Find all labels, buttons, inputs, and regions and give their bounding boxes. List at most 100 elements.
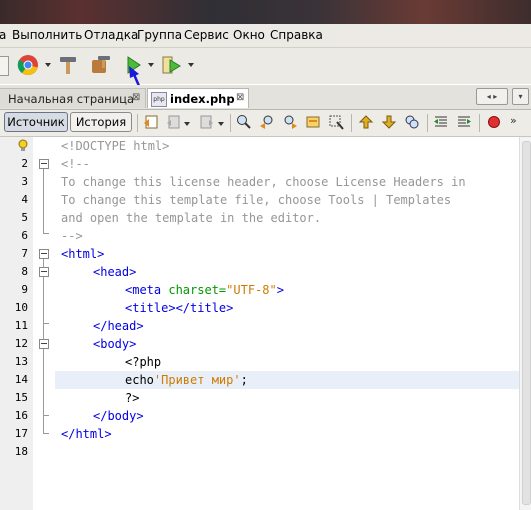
tab-index-php-label: index.php <box>170 92 235 106</box>
more-tools-icon[interactable]: » <box>510 114 517 127</box>
tab-list-dropdown-icon[interactable]: ▾ <box>512 88 529 105</box>
fold-guide <box>43 416 44 433</box>
back-icon[interactable] <box>166 114 182 130</box>
line-number: 7 <box>21 247 28 260</box>
last-edit-icon[interactable] <box>143 114 159 130</box>
start-macro-recording-icon[interactable] <box>486 114 502 130</box>
find-next-icon[interactable] <box>282 114 298 130</box>
code-line: --> <box>61 229 83 243</box>
menu-item-debug[interactable]: Отладка <box>84 28 138 42</box>
fold-toggle-icon[interactable] <box>39 249 49 259</box>
fold-toggle-icon[interactable] <box>39 267 49 277</box>
code-line: <?php <box>125 355 162 369</box>
back-dropdown-arrow-icon[interactable] <box>184 122 190 126</box>
find-previous-icon[interactable] <box>259 114 275 130</box>
browser-dropdown-arrow-icon[interactable] <box>45 63 51 67</box>
code-line: <html> <box>61 247 105 261</box>
fold-guide-end <box>43 233 49 234</box>
previous-bookmark-icon[interactable] <box>358 114 374 130</box>
code-line: To change this license header, choose Li… <box>61 175 466 189</box>
find-icon[interactable] <box>236 114 252 130</box>
config-dropdown-edge[interactable] <box>0 56 9 76</box>
code-token: > <box>276 283 284 297</box>
line-number: 14 <box>14 373 28 386</box>
line-number: 5 <box>21 211 28 224</box>
shift-line-right-icon[interactable] <box>456 114 472 130</box>
toolbar-divider <box>479 114 480 132</box>
code-line: ?> <box>125 391 140 405</box>
build-hammer-icon[interactable] <box>56 53 80 77</box>
hint-lightbulb-icon[interactable] <box>18 139 28 153</box>
tab-start-page-label: Начальная страница <box>8 92 135 106</box>
code-line: To change this template file, choose Too… <box>61 193 452 207</box>
chrome-browser-icon[interactable] <box>16 53 40 77</box>
fold-guide <box>43 324 44 339</box>
forward-icon[interactable] <box>198 114 214 130</box>
menu-item-team[interactable]: Группа <box>137 28 182 42</box>
line-number: 15 <box>14 391 28 404</box>
menu-bar: а Выполнить Отладка Группа Сервис Окно С… <box>0 24 531 48</box>
menu-item-help[interactable]: Справка <box>270 28 323 42</box>
php-file-icon: php <box>151 92 167 107</box>
code-token: "UTF-8" <box>226 283 277 297</box>
line-number: 11 <box>14 319 28 332</box>
toolbar-divider <box>351 114 352 132</box>
code-editor[interactable]: <!DOCTYPE html> <!-- To change this lice… <box>55 137 519 510</box>
code-token: 'Привет мир' <box>153 373 241 387</box>
code-line: <head> <box>93 265 137 279</box>
toolbar-divider <box>137 114 138 132</box>
code-token: echo <box>125 373 154 387</box>
code-line: and open the template in the editor. <box>61 211 322 225</box>
line-number: 16 <box>14 409 28 422</box>
find-selection-icon[interactable] <box>305 114 321 130</box>
window-background-strip <box>0 0 531 24</box>
line-number: 2 <box>21 157 28 170</box>
line-number: 12 <box>14 337 28 350</box>
code-line: <!DOCTYPE html> <box>61 139 170 153</box>
fold-guide <box>43 349 44 415</box>
code-line: <!-- <box>61 157 90 171</box>
tab-index-php[interactable]: php index.php ⊠ <box>147 88 249 108</box>
menu-item-tools[interactable]: Сервис <box>184 28 229 42</box>
line-number: 8 <box>21 265 28 278</box>
toggle-highlight-icon[interactable] <box>328 114 344 130</box>
forward-dropdown-arrow-icon[interactable] <box>218 122 224 126</box>
menu-item-window[interactable]: Окно <box>233 28 265 42</box>
code-token: charset= <box>168 283 227 297</box>
main-toolbar <box>0 48 531 84</box>
line-number: 3 <box>21 175 28 188</box>
line-number-gutter: 2 3 4 5 6 7 8 9 10 11 12 13 14 15 16 17 … <box>0 137 34 510</box>
code-line: </html> <box>61 427 112 441</box>
menu-item-run[interactable]: Выполнить <box>12 28 82 42</box>
line-number: 18 <box>14 445 28 458</box>
scrollbar-thumb[interactable] <box>522 141 531 505</box>
fold-guide <box>43 169 44 233</box>
shift-line-left-icon[interactable] <box>433 114 449 130</box>
fold-toggle-icon[interactable] <box>39 339 49 349</box>
code-token: ; <box>240 373 248 387</box>
code-line: </head> <box>93 319 144 333</box>
toolbar-divider <box>230 114 231 132</box>
toggle-bookmark-icon[interactable] <box>404 114 420 130</box>
close-tab-icon[interactable]: ⊠ <box>132 92 140 103</box>
tab-start-page[interactable]: Начальная страница ⊠ <box>0 88 146 108</box>
clean-build-icon[interactable] <box>88 53 112 77</box>
debug-dropdown-arrow-icon[interactable] <box>188 63 194 67</box>
close-tab-icon[interactable]: ⊠ <box>236 92 244 103</box>
menu-item-partial[interactable]: а <box>0 28 6 42</box>
vertical-scrollbar[interactable] <box>519 137 531 510</box>
next-bookmark-icon[interactable] <box>381 114 397 130</box>
fold-toggle-icon[interactable] <box>39 159 49 169</box>
line-number: 9 <box>21 283 28 296</box>
editor-tab-row: Начальная страница ⊠ php index.php ⊠ ◂ ▸… <box>0 85 531 110</box>
line-number: 6 <box>21 229 28 242</box>
code-token: <meta <box>125 283 169 297</box>
fold-guide <box>43 277 44 323</box>
code-line: <body> <box>93 337 137 351</box>
line-number: 10 <box>14 301 28 314</box>
tab-scroll-buttons[interactable]: ◂ ▸ <box>476 88 508 105</box>
editor-toolbar: Источник История » <box>0 110 531 137</box>
tab-source[interactable]: Источник <box>4 112 68 132</box>
code-line: <meta charset="UTF-8"> <box>125 283 284 297</box>
tab-history[interactable]: История <box>70 112 132 132</box>
